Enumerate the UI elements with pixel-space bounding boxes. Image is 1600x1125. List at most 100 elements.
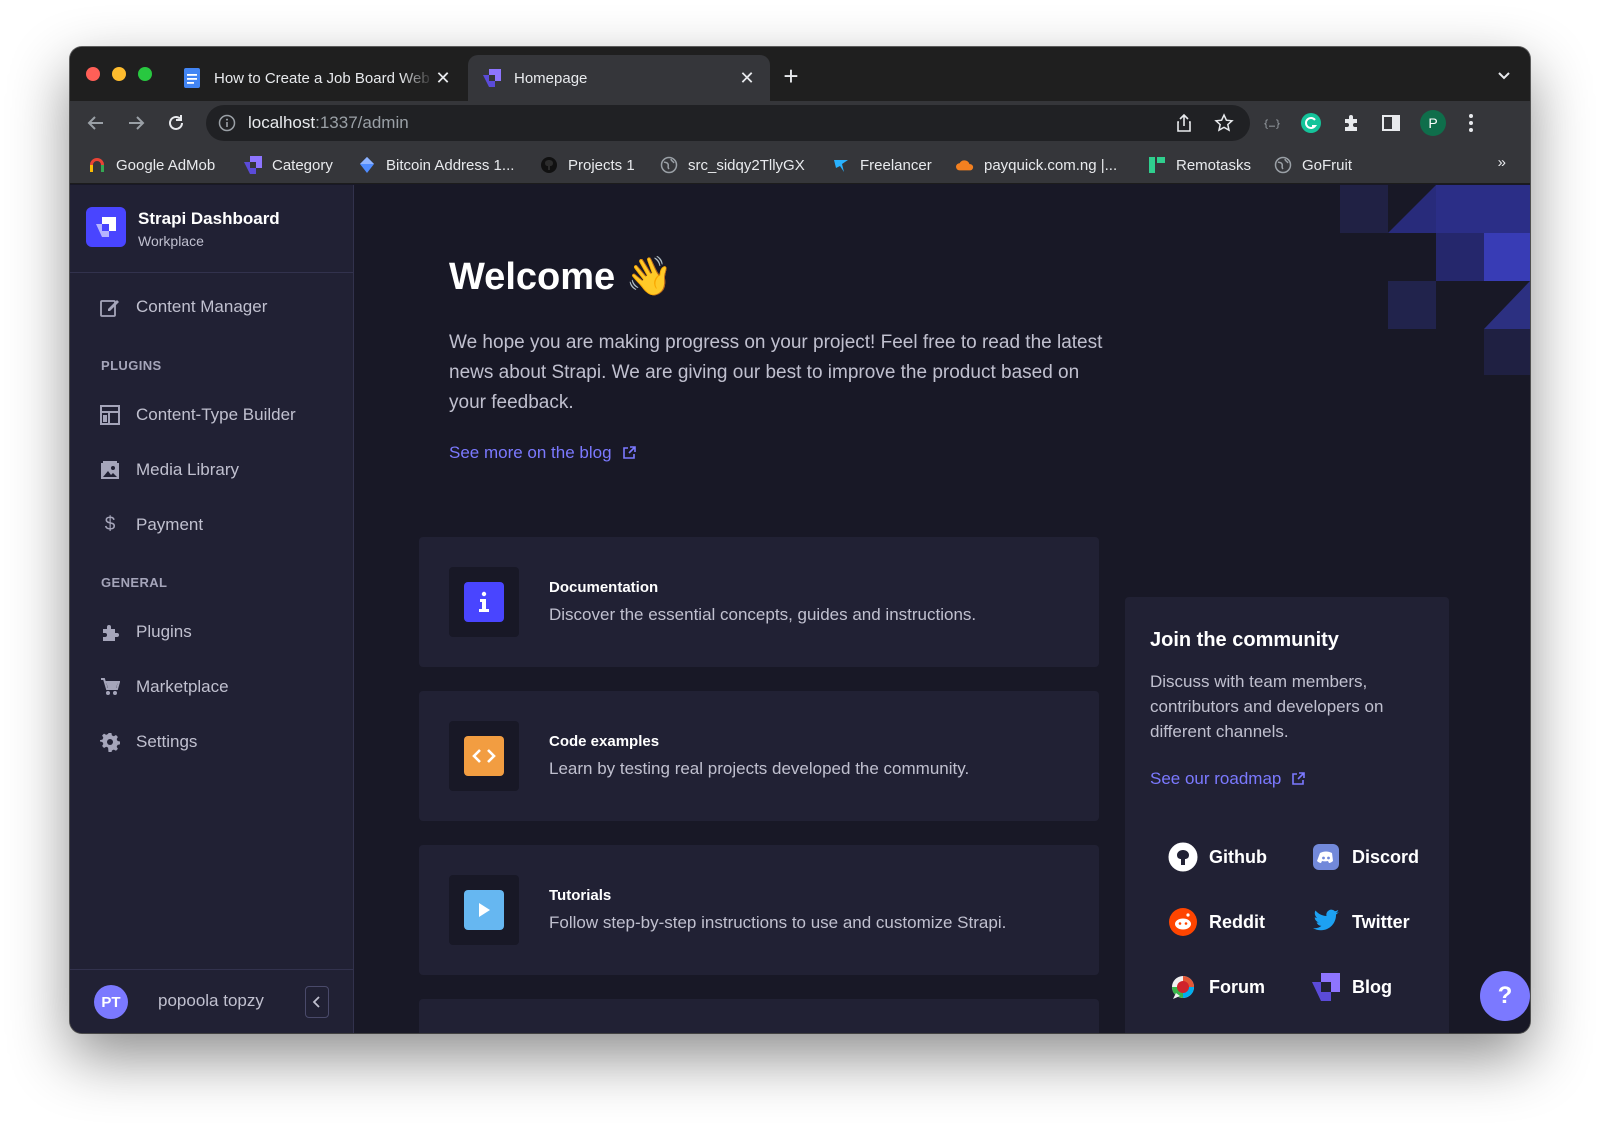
reddit-icon bbox=[1167, 906, 1199, 938]
puzzle-icon bbox=[100, 622, 120, 642]
help-button[interactable]: ? bbox=[1480, 971, 1530, 1021]
blog-link[interactable]: See more on the blog bbox=[449, 443, 636, 463]
github-icon bbox=[540, 156, 558, 174]
twitter-icon bbox=[1310, 906, 1342, 938]
strapi-logo-icon bbox=[244, 156, 262, 174]
user-name: popoola topzy bbox=[158, 991, 264, 1010]
svg-text:{…}: {…} bbox=[1263, 119, 1281, 130]
brand-subtitle: Workplace bbox=[138, 233, 204, 249]
extension-icon[interactable]: {…} bbox=[1260, 112, 1282, 134]
social-link-twitter[interactable]: Twitter bbox=[1310, 906, 1410, 938]
strapi-app: Strapi Dashboard Workplace Content Manag… bbox=[70, 185, 1530, 1033]
browser-window: How to Create a Job Board Web ✕ Homepage… bbox=[70, 47, 1530, 1033]
sidebar-item-settings[interactable]: Settings bbox=[86, 722, 338, 762]
back-icon[interactable] bbox=[84, 111, 108, 135]
sidebar-item-marketplace[interactable]: Marketplace bbox=[86, 667, 338, 707]
site-info-icon[interactable] bbox=[218, 114, 236, 132]
dollar-icon: $ bbox=[104, 514, 116, 535]
bookmark-label: Bitcoin Address 1... bbox=[386, 156, 515, 174]
card-title: Documentation bbox=[549, 579, 659, 596]
social-link-github[interactable]: Github bbox=[1167, 841, 1267, 873]
bookmark-remotasks[interactable]: Remotasks bbox=[1148, 154, 1251, 176]
sidebar-item-content-type-builder[interactable]: Content-Type Builder bbox=[86, 395, 338, 435]
info-icon bbox=[464, 582, 504, 622]
bookmark-category[interactable]: Category bbox=[244, 154, 333, 176]
bookmark-label: src_sidqy2TllyGX bbox=[688, 156, 805, 174]
card-description: Learn by testing real projects developed… bbox=[549, 759, 970, 778]
image-icon bbox=[100, 460, 120, 480]
new-tab-icon[interactable]: + bbox=[780, 63, 802, 89]
card-title: Code examples bbox=[549, 733, 660, 750]
sidebar-item-content-manager[interactable]: Content Manager bbox=[86, 287, 338, 327]
social-link-blog[interactable]: Blog bbox=[1310, 971, 1392, 1003]
forward-icon[interactable] bbox=[124, 111, 148, 135]
url-host: localhost bbox=[248, 113, 316, 132]
roadmap-link[interactable]: See our roadmap bbox=[1150, 769, 1306, 789]
social-label: Blog bbox=[1352, 976, 1392, 997]
address-bar[interactable]: localhost:1337/admin bbox=[206, 105, 1250, 141]
sidebar-item-label: Plugins bbox=[136, 622, 192, 641]
play-icon bbox=[464, 890, 504, 930]
bookmarks-overflow-button[interactable]: » bbox=[1498, 154, 1506, 171]
gear-icon bbox=[100, 732, 120, 752]
bookmark-projects[interactable]: Projects 1 bbox=[540, 154, 635, 176]
profile-avatar[interactable]: P bbox=[1420, 110, 1446, 136]
roadmap-link-label: See our roadmap bbox=[1150, 769, 1282, 788]
google-docs-icon bbox=[182, 68, 202, 88]
sidebar-item-media-library[interactable]: Media Library bbox=[86, 450, 338, 490]
social-label: Github bbox=[1209, 846, 1267, 867]
layout-icon bbox=[100, 405, 120, 425]
browser-toolbar: localhost:1337/admin {…} P bbox=[70, 101, 1530, 146]
minimize-window-button[interactable] bbox=[112, 67, 126, 81]
sidebar-item-plugins[interactable]: Plugins bbox=[86, 612, 338, 652]
user-profile[interactable]: PT popoola topzy bbox=[70, 969, 353, 1033]
chevron-down-icon[interactable] bbox=[1496, 67, 1512, 83]
bookmark-label: Category bbox=[272, 156, 333, 174]
side-panel-icon[interactable] bbox=[1380, 112, 1402, 134]
brand-header: Strapi Dashboard Workplace bbox=[70, 185, 353, 273]
bookmark-src[interactable]: src_sidqy2TllyGX bbox=[660, 154, 805, 176]
close-tab-icon[interactable]: ✕ bbox=[434, 69, 452, 87]
tab-title: Homepage bbox=[514, 69, 588, 87]
bookmark-label: Projects 1 bbox=[568, 156, 635, 174]
puzzle-extensions-icon[interactable] bbox=[1340, 112, 1362, 134]
external-link-icon bbox=[622, 446, 636, 459]
tab-homepage[interactable]: Homepage ✕ bbox=[468, 55, 770, 101]
share-icon[interactable] bbox=[1174, 113, 1194, 133]
collapse-sidebar-button[interactable] bbox=[305, 986, 329, 1018]
bookmark-gofruit[interactable]: GoFruit bbox=[1274, 154, 1352, 176]
card-partial bbox=[419, 999, 1099, 1033]
decorative-pattern bbox=[1340, 185, 1530, 375]
diamond-icon bbox=[358, 156, 376, 174]
card-documentation[interactable]: Documentation Discover the essential con… bbox=[419, 537, 1099, 667]
social-link-discord[interactable]: Discord bbox=[1310, 841, 1419, 873]
bookmark-payquick[interactable]: payquick.com.ng |... bbox=[956, 154, 1117, 176]
bookmark-bitcoin[interactable]: Bitcoin Address 1... bbox=[358, 154, 514, 176]
menu-dots-icon[interactable] bbox=[1460, 112, 1482, 134]
social-link-reddit[interactable]: Reddit bbox=[1167, 906, 1265, 938]
card-icon-wrapper bbox=[449, 875, 519, 945]
social-link-forum[interactable]: Forum bbox=[1167, 971, 1265, 1003]
intro-text: We hope you are making progress on your … bbox=[449, 332, 1103, 413]
sidebar-item-label: Media Library bbox=[136, 460, 239, 479]
blog-link-label: See more on the blog bbox=[449, 443, 612, 462]
bookmark-label: Google AdMob bbox=[116, 156, 216, 174]
bookmark-freelancer[interactable]: Freelancer bbox=[832, 154, 932, 176]
close-window-button[interactable] bbox=[86, 67, 100, 81]
strapi-logo-icon bbox=[1310, 971, 1342, 1003]
grammarly-icon[interactable] bbox=[1300, 112, 1322, 134]
code-icon bbox=[464, 736, 504, 776]
close-tab-icon[interactable]: ✕ bbox=[738, 69, 756, 87]
card-code-examples[interactable]: Code examples Learn by testing real proj… bbox=[419, 691, 1099, 821]
tab-job-board[interactable]: How to Create a Job Board Web ✕ bbox=[168, 55, 466, 101]
brand-title: Strapi Dashboard bbox=[138, 209, 280, 228]
card-description: Follow step-by-step instructions to use … bbox=[549, 913, 1007, 932]
external-link-icon bbox=[1292, 772, 1306, 785]
reload-icon[interactable] bbox=[164, 111, 188, 135]
bookmark-admob[interactable]: Google AdMob bbox=[88, 154, 215, 176]
globe-icon bbox=[1274, 156, 1292, 174]
card-tutorials[interactable]: Tutorials Follow step-by-step instructio… bbox=[419, 845, 1099, 975]
bookmark-star-icon[interactable] bbox=[1214, 113, 1234, 133]
sidebar-item-payment[interactable]: $ Payment bbox=[86, 505, 338, 545]
maximize-window-button[interactable] bbox=[138, 67, 152, 81]
